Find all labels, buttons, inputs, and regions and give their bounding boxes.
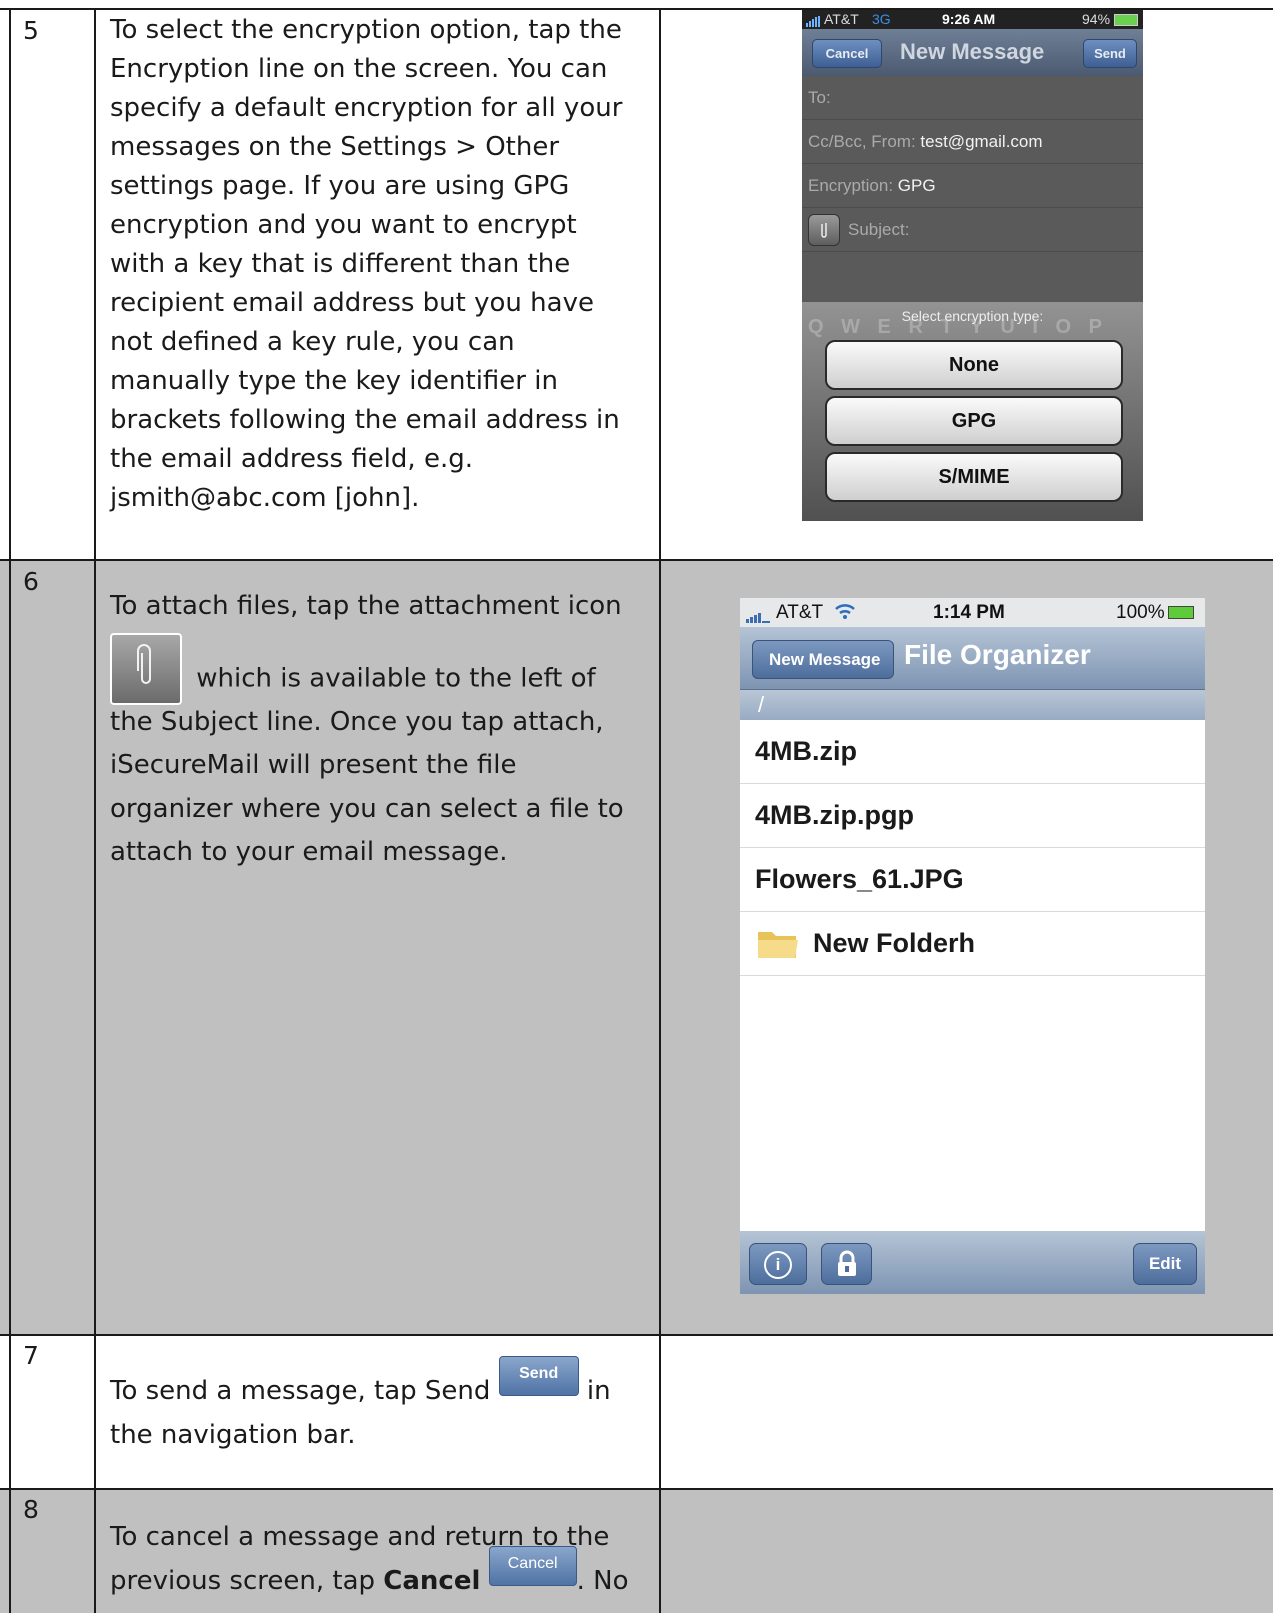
current-path: / [740,690,1205,720]
clock: 9:26 AM [942,11,996,27]
row8-bold-word: Cancel [383,1565,481,1596]
file-organizer-screenshot: AT&T 1:14 PM 100% New Message File Organ… [740,598,1205,1294]
ccbcc-from-field[interactable]: Cc/Bcc, From: test@gmail.com [802,120,1143,164]
row-number: 7 [23,1341,39,1370]
row5-text: To select the encryption option, tap the… [110,15,623,513]
back-button[interactable]: New Message [752,640,894,679]
signal-icon [806,14,820,27]
attachment-icon [110,632,182,705]
new-message-screenshot: AT&T 3G 9:26 AM 94% Cancel New Message S… [802,10,1143,521]
folder-name: New Folderh [813,928,976,958]
encryption-none-button[interactable]: None [825,340,1123,390]
lock-button[interactable] [821,1243,872,1285]
encryption-label: Encryption: [808,176,894,195]
row-number: 8 [23,1495,39,1524]
table-border-row6 [0,559,1273,561]
wifi-icon [834,603,856,627]
battery-percent: 94% [1082,11,1111,27]
to-label: To: [808,88,831,107]
carrier: AT&T [824,11,859,27]
subject-field[interactable]: Subject: [802,208,1143,252]
clock: 1:14 PM [933,602,1005,623]
file-row[interactable]: Flowers_61.JPG [740,848,1205,912]
file-row[interactable]: 4MB.zip.pgp [740,784,1205,848]
encryption-field[interactable]: Encryption: GPG [802,164,1143,208]
file-name: Flowers_61.JPG [755,864,964,894]
ccbcc-label: Cc/Bcc, From: [808,132,916,151]
row6-text: To attach files, tap the attachment icon… [110,585,630,875]
lock-icon [834,1250,860,1283]
cancel-button[interactable]: Cancel [812,39,882,68]
battery-icon [1168,606,1194,619]
row7-text-before-button: To send a message, tap Send [110,1376,491,1406]
folder-icon [756,926,800,960]
carrier: AT&T [776,602,824,623]
row7-text: To send a message, tap Send Send in the … [110,1356,630,1457]
status-bar: AT&T 3G 9:26 AM 94% [802,10,1143,29]
signal-icon [746,607,770,623]
table-border-col2 [94,8,96,1613]
encryption-value: GPG [897,176,936,195]
paperclip-icon[interactable] [808,214,840,246]
row-number: 6 [23,567,39,596]
encryption-smime-button[interactable]: S/MIME [825,452,1123,502]
row6-text-before-icon: To attach files, tap the attachment icon [110,591,622,621]
inline-send-button: Send [498,1356,579,1396]
table-border-row8 [0,1488,1273,1490]
encryption-action-sheet: Q W E R T Y U I O P Select encryption ty… [802,302,1143,521]
file-name: 4MB.zip.pgp [755,800,914,830]
info-icon: i [764,1251,792,1279]
navigation-bar: Cancel New Message Send [802,29,1143,76]
file-row[interactable]: 4MB.zip [740,720,1205,784]
nav-title: File Organizer [904,639,1091,670]
table-border-col3 [659,8,661,1613]
from-address: test@gmail.com [920,132,1043,151]
edit-button[interactable]: Edit [1133,1243,1197,1285]
sheet-title: Select encryption type: [901,308,1044,324]
inline-cancel-button: Cancel [488,1545,577,1586]
navigation-bar: New Message File Organizer [740,627,1205,690]
info-button[interactable]: i [749,1243,807,1285]
nav-title: New Message [900,39,1045,64]
row-number: 5 [23,16,39,45]
row6-text-after-icon: which is available to the left of the Su… [110,663,624,867]
status-bar: AT&T 1:14 PM 100% [740,598,1205,627]
subject-label: Subject: [848,220,910,239]
send-button[interactable]: Send [1083,39,1137,68]
file-name: 4MB.zip [755,736,858,766]
to-field[interactable]: To: [802,76,1143,120]
bottom-toolbar: i Edit [740,1231,1205,1294]
battery-percent: 100% [1116,602,1165,623]
folder-row[interactable]: New Folderh [740,912,1205,976]
row8-text-after-button: . No [576,1565,629,1596]
table-border-row7 [0,1334,1273,1336]
network-type: 3G [872,11,891,27]
battery-icon [1114,14,1138,26]
table-border-left [9,8,11,1613]
encryption-gpg-button[interactable]: GPG [825,396,1123,446]
row8-text: To cancel a message and return to the pr… [110,1516,630,1603]
